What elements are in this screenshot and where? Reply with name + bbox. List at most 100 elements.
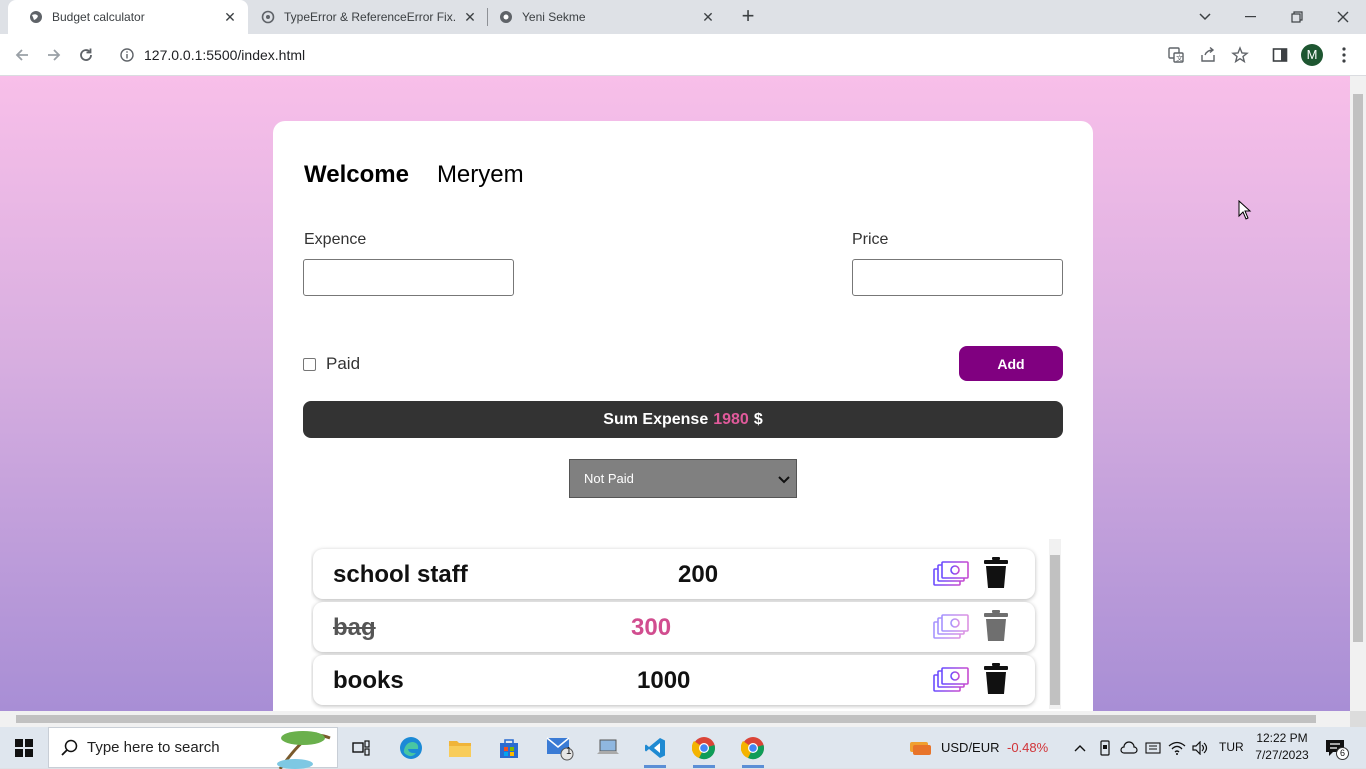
globe-icon [28,9,44,25]
page-viewport: Welcome Meryem Expence Price Paid Add Su… [0,76,1350,711]
share-icon[interactable] [1196,43,1220,67]
tab-title: Yeni Sekme [522,10,586,24]
mail-badge: 1 [566,746,572,757]
welcome-label: Welcome [304,161,409,188]
translate-icon[interactable]: 文 [1164,43,1188,67]
task-view-icon[interactable] [344,727,378,768]
tab-strip: Budget calculator ✕ TypeError & Referenc… [0,0,1366,34]
device-icon[interactable] [1096,727,1114,768]
list-scrollbar[interactable] [1049,539,1061,709]
close-tab-icon[interactable]: ✕ [222,9,238,25]
filter-selected-value: Not Paid [584,471,634,486]
tab-search-icon[interactable] [1182,0,1228,34]
chrome-icon [498,9,514,25]
list-item: books 1000 [313,655,1035,705]
close-tab-icon[interactable]: ✕ [700,9,716,25]
edge-icon[interactable] [394,727,428,768]
start-button[interactable] [0,727,48,768]
chrome-taskbar-icon[interactable] [687,727,721,768]
svg-text:文: 文 [1176,54,1183,63]
page-vertical-scrollbar[interactable] [1350,76,1366,711]
tab-title: Budget calculator [52,10,145,24]
language-indicator[interactable]: TUR [1219,740,1244,754]
add-button[interactable]: Add [959,346,1063,381]
notification-center-icon[interactable]: 6 [1322,727,1349,768]
close-tab-icon[interactable]: ✕ [462,9,478,25]
tab-title: TypeError & ReferenceError Fix. [284,10,457,24]
budget-card: Welcome Meryem Expence Price Paid Add Su… [273,121,1093,711]
money-icon[interactable] [933,561,969,587]
mail-icon[interactable]: 1 [541,727,579,768]
restore-button[interactable] [1274,0,1320,34]
page-scrollbar-thumb[interactable] [1353,94,1363,642]
ticker-label[interactable]: USD/EUR [941,740,1000,755]
sum-expense-bar: Sum Expense 1980 $ [303,401,1063,438]
forward-button[interactable] [40,41,68,69]
keyboard-icon[interactable] [1143,727,1163,768]
expense-input[interactable] [303,259,514,296]
cloud-sync-icon[interactable] [1119,727,1139,768]
site-info-icon[interactable] [120,48,134,62]
taskbar-search-box[interactable]: Type here to search [48,727,338,769]
stock-ticker-icon[interactable] [906,727,934,768]
expense-list: school staff 200 bag 300 books 1000 [311,539,1061,709]
tab-typeerror[interactable]: TypeError & ReferenceError Fix. ✕ [240,0,488,34]
item-name: bag [333,614,376,641]
tab-budget-calculator[interactable]: Budget calculator ✕ [8,0,248,34]
paid-filter-select[interactable]: Not Paid [569,459,797,498]
paid-checkbox[interactable] [303,357,316,371]
list-item: school staff 200 [313,549,1035,599]
paid-label: Paid [326,354,361,373]
profile-avatar[interactable]: M [1301,44,1323,66]
search-icon [61,739,78,756]
paid-checkbox-group[interactable]: Paid [303,354,360,374]
minimize-button[interactable] [1228,0,1274,34]
reload-button[interactable] [72,41,100,69]
search-highlight-icon [277,731,331,769]
page-hscroll-thumb[interactable] [16,715,1316,723]
trash-icon[interactable] [983,610,1009,642]
chatgpt-icon [260,9,276,25]
address-bar[interactable]: 127.0.0.1:5500/index.html [108,38,1260,72]
windows-taskbar: Type here to search 1 USD/EUR -0.48% TUR… [0,727,1366,769]
search-placeholder: Type here to search [87,739,220,756]
item-name: school staff [333,561,468,588]
bookmark-star-icon[interactable] [1228,43,1252,67]
laptop-app-icon[interactable] [591,727,625,768]
vscode-icon[interactable] [638,727,672,768]
close-window-button[interactable] [1320,0,1366,34]
item-price: 300 [631,614,672,641]
store-icon[interactable] [492,727,526,768]
back-button[interactable] [8,41,36,69]
tab-yeni-sekme[interactable]: Yeni Sekme ✕ [478,0,726,34]
system-clock[interactable]: 12:22 PM 7/27/2023 [1246,730,1318,764]
page-horizontal-scrollbar[interactable] [0,711,1350,727]
price-label: Price [852,231,889,248]
browser-toolbar: 127.0.0.1:5500/index.html 文 [0,34,1366,76]
welcome-heading: Welcome Meryem [304,161,524,189]
url-text: 127.0.0.1:5500/index.html [144,47,306,63]
expense-label: Expence [304,231,367,248]
sum-value: 1980 [713,410,749,428]
list-scrollbar-thumb[interactable] [1050,555,1060,705]
money-icon[interactable] [933,614,969,640]
menu-kebab-icon[interactable] [1332,43,1356,67]
side-panel-icon[interactable] [1268,43,1292,67]
money-icon[interactable] [933,667,969,693]
volume-icon[interactable] [1190,727,1210,768]
mouse-cursor-icon [1238,200,1252,220]
show-hidden-icons-icon[interactable] [1070,727,1090,768]
price-input[interactable] [852,259,1063,296]
new-tab-button[interactable]: + [736,5,760,29]
currency-symbol: $ [753,410,763,428]
windows-logo-icon [15,738,33,757]
chrome-taskbar-icon-2[interactable] [736,727,770,768]
scrollbar-corner [1350,711,1366,727]
file-explorer-icon[interactable] [443,727,477,768]
clock-date: 7/27/2023 [1255,748,1309,762]
trash-icon[interactable] [983,663,1009,695]
ticker-change: -0.48% [1007,740,1049,755]
wifi-icon[interactable] [1167,727,1187,768]
trash-icon[interactable] [983,557,1009,589]
item-name: books [333,667,404,694]
